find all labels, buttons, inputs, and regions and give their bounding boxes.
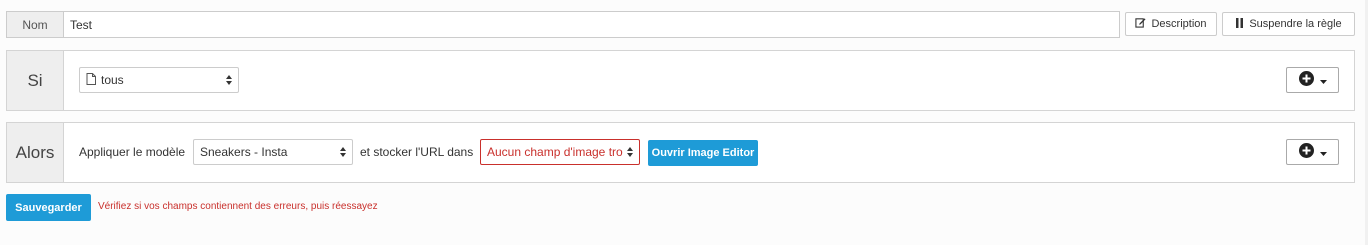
error-message: Vérifiez si vos champs contiennent des e… [98,201,378,212]
add-action-button[interactable] [1286,139,1339,165]
caret-down-icon [1319,145,1327,159]
store-url-text: et stocker l'URL dans [360,145,474,159]
pause-icon [1235,17,1244,31]
description-label: Description [1151,18,1207,30]
open-image-editor-button[interactable]: Ouvrir Image Editor [648,140,758,166]
condition-selector-value: tous [101,73,124,87]
save-button[interactable]: Sauvegarder [6,194,91,221]
apply-model-text: Appliquer le modèle [79,145,186,159]
condition-selector[interactable]: tous [79,67,239,93]
select-arrows-icon [627,147,633,157]
image-field-selector[interactable]: Aucun champ d'image tro [480,139,640,165]
add-condition-button[interactable] [1286,67,1339,93]
description-button[interactable]: Description [1125,12,1217,36]
edit-icon [1135,17,1147,31]
file-icon [86,72,96,88]
rule-name-row: Nom Test [6,11,1120,38]
caret-down-icon [1319,73,1327,87]
suspend-label: Suspendre la règle [1249,18,1342,30]
image-field-value: Aucun champ d'image tro [487,145,623,159]
name-input[interactable]: Test [63,11,1120,38]
action-panel: Alors Appliquer le modèle Sneakers - Ins… [6,122,1355,183]
name-label: Nom [6,11,63,38]
select-arrows-icon [226,75,232,85]
condition-panel: Si tous [6,50,1355,111]
condition-label: Si [7,51,64,110]
suspend-rule-button[interactable]: Suspendre la règle [1222,12,1355,36]
action-label: Alors [7,123,64,182]
plus-circle-icon [1298,143,1314,161]
plus-circle-icon [1298,71,1314,89]
model-selector[interactable]: Sneakers - Insta [193,139,353,165]
model-selector-value: Sneakers - Insta [200,145,288,159]
select-arrows-icon [340,147,346,157]
